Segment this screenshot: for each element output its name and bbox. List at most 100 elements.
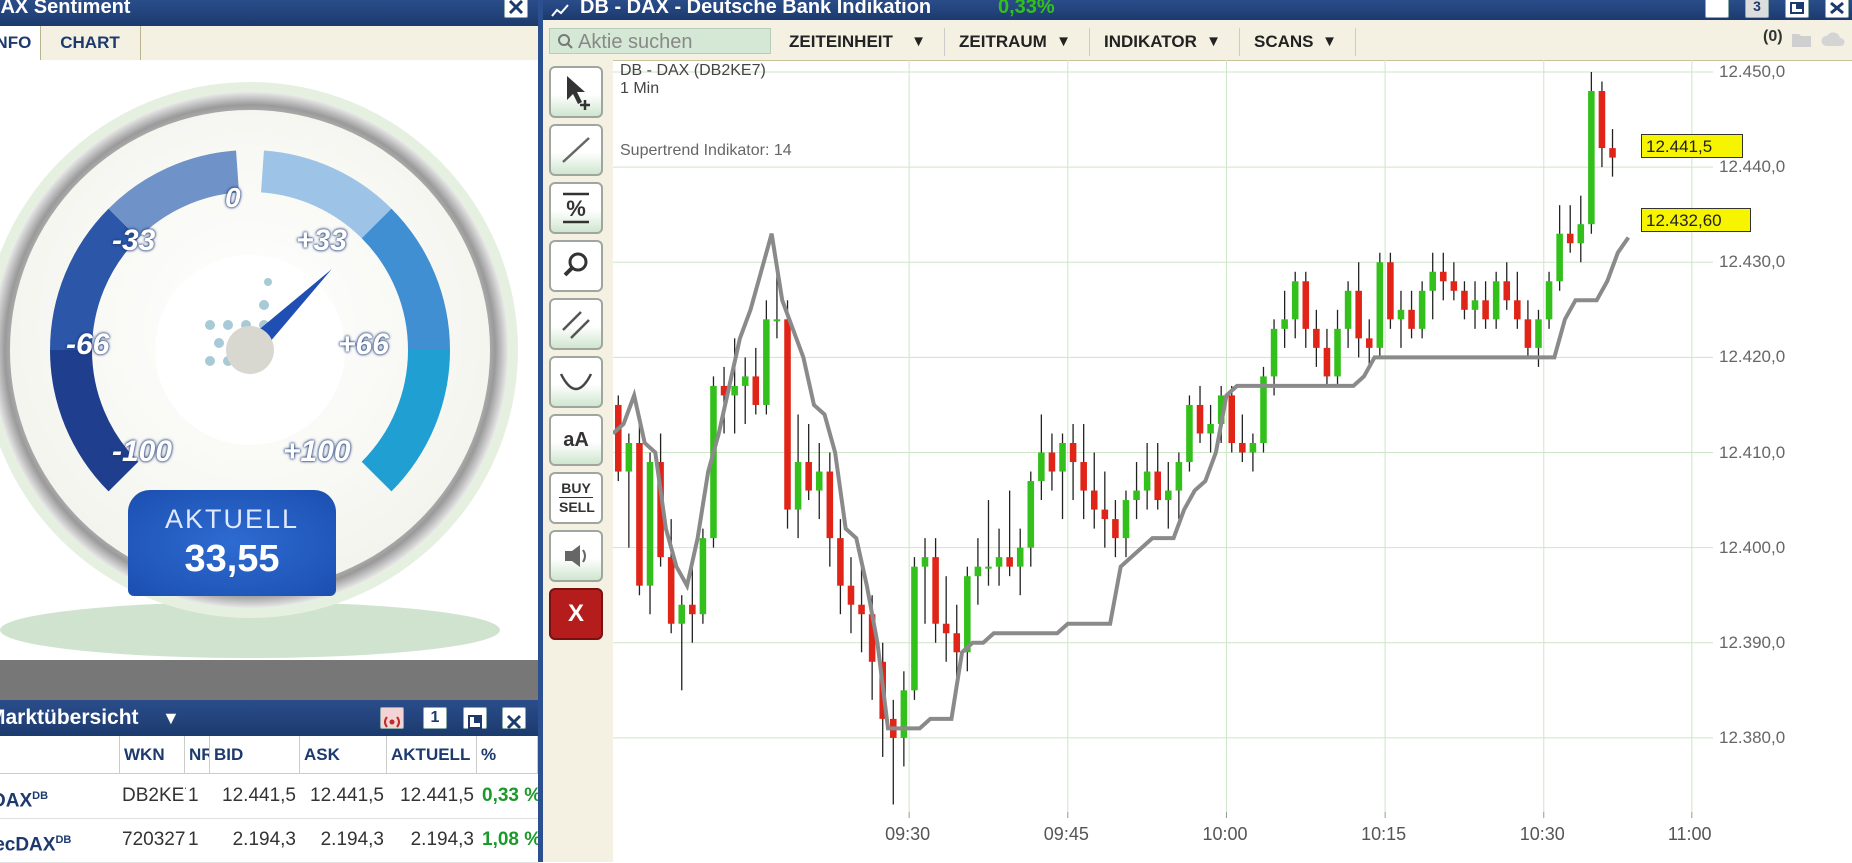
search-icon bbox=[556, 29, 574, 60]
candle bbox=[699, 528, 707, 624]
line-tool[interactable] bbox=[549, 124, 603, 176]
interval-label: 1 Min bbox=[620, 80, 660, 97]
x-tick-label: 10:00 bbox=[1202, 824, 1248, 844]
table-row[interactable]: DAXDB DB2KE7 1 12.441,5 12.441,5 12.441,… bbox=[0, 774, 538, 819]
pct-cell: 1,08 % bbox=[482, 829, 538, 850]
maximize-icon[interactable] bbox=[1785, 0, 1809, 18]
tab-info[interactable]: INFO bbox=[0, 26, 41, 62]
candle bbox=[1588, 72, 1595, 234]
column-header-ask[interactable]: ASK bbox=[300, 736, 387, 774]
column-header-pct[interactable]: % bbox=[477, 736, 538, 774]
candle bbox=[1239, 414, 1246, 463]
candle-body bbox=[1302, 281, 1310, 329]
candle bbox=[1545, 271, 1553, 329]
candle-body bbox=[794, 462, 802, 510]
candle bbox=[1090, 452, 1098, 529]
candle-body bbox=[1577, 224, 1585, 244]
candle-body bbox=[805, 462, 812, 491]
pointer-add-tool[interactable] bbox=[549, 66, 603, 118]
text-tool[interactable]: aA bbox=[549, 414, 603, 466]
candle-body bbox=[826, 471, 834, 539]
pct-cell: 0,33 % bbox=[482, 785, 538, 806]
drawing-toolbar: % aA BUY SELL X bbox=[543, 60, 613, 862]
candle bbox=[847, 557, 855, 634]
close-icon[interactable] bbox=[504, 0, 528, 18]
bid-cell: 12.441,5 bbox=[222, 785, 296, 806]
broadcast-icon[interactable] bbox=[380, 707, 404, 729]
candle bbox=[1186, 395, 1193, 472]
menu-zeitraum[interactable]: ZEITRAUM ▼ bbox=[945, 28, 1090, 56]
candle-body bbox=[815, 471, 823, 491]
candle bbox=[900, 671, 908, 767]
table-row[interactable]: TecDAXDB 720327 1 2.194,3 2.194,3 2.194,… bbox=[0, 818, 538, 863]
candle bbox=[1344, 281, 1352, 348]
column-header-name[interactable] bbox=[0, 736, 120, 774]
candle-body bbox=[1165, 490, 1172, 501]
last-price-tag: 12.441,5 bbox=[1641, 134, 1743, 158]
candle-body bbox=[1016, 547, 1024, 567]
candle bbox=[1302, 271, 1310, 348]
candle-body bbox=[1482, 300, 1489, 320]
menu-zeiteinheit[interactable]: ZEITEINHEIT ▼ bbox=[775, 28, 945, 56]
close-icon[interactable] bbox=[1825, 0, 1849, 18]
indicator-label: Supertrend Indikator: 14 bbox=[620, 142, 792, 159]
candle bbox=[1228, 385, 1236, 453]
percent-tool[interactable]: % bbox=[549, 182, 603, 234]
candle bbox=[1503, 262, 1511, 310]
cloud-icon[interactable] bbox=[1821, 30, 1847, 53]
close-icon[interactable] bbox=[502, 707, 526, 730]
nr-cell: 1 bbox=[188, 829, 199, 850]
candle bbox=[1609, 129, 1616, 177]
y-tick-label: 12.390,0 bbox=[1719, 632, 1786, 652]
chevron-down-icon: ▼ bbox=[1322, 33, 1337, 50]
column-header-nr[interactable]: NR bbox=[185, 736, 210, 774]
candle-body bbox=[1471, 300, 1479, 310]
candle-body bbox=[1440, 271, 1447, 282]
candle bbox=[1175, 452, 1183, 520]
tab-chart[interactable]: CHART bbox=[40, 26, 141, 60]
ask-cell: 12.441,5 bbox=[310, 785, 384, 806]
x-tick-label: 10:30 bbox=[1519, 824, 1565, 844]
candle bbox=[890, 699, 897, 805]
minimize-icon[interactable] bbox=[1705, 0, 1729, 18]
folder-icon[interactable] bbox=[1791, 30, 1813, 53]
curve-tool[interactable] bbox=[549, 356, 603, 408]
sound-icon[interactable] bbox=[549, 530, 603, 582]
market-title-bar: Marktübersicht ▼ 1 bbox=[0, 700, 538, 736]
chevron-down-icon: ▼ bbox=[1206, 33, 1221, 50]
search-input[interactable]: Aktie suchen bbox=[549, 28, 771, 54]
menu-scans[interactable]: SCANS ▼ bbox=[1240, 28, 1356, 56]
candle-body bbox=[1566, 233, 1574, 244]
candlestick-chart[interactable] bbox=[613, 60, 1852, 862]
candle-body bbox=[1323, 347, 1331, 377]
candle bbox=[1334, 309, 1341, 386]
column-header-aktuell[interactable]: AKTUELL bbox=[387, 736, 477, 774]
window-number-badge[interactable]: 1 bbox=[423, 707, 447, 729]
aktuell-display: AKTUELL 33,55 bbox=[128, 490, 336, 596]
gauge-label-minus33: -33 bbox=[112, 224, 156, 257]
candle-body bbox=[1450, 281, 1458, 291]
candle-body bbox=[900, 690, 908, 738]
menu-indikator[interactable]: INDIKATOR ▼ bbox=[1090, 28, 1240, 56]
close-chart-button[interactable]: X bbox=[549, 588, 603, 640]
instrument-name[interactable]: TecDAXDB bbox=[0, 818, 116, 862]
maximize-icon[interactable] bbox=[463, 707, 487, 729]
zoom-tool[interactable] bbox=[549, 240, 603, 292]
candle-body bbox=[1609, 148, 1616, 158]
candle-body bbox=[1281, 319, 1288, 329]
instrument-name[interactable]: DAXDB bbox=[0, 774, 116, 818]
sentiment-title-bar: DAX Sentiment bbox=[0, 0, 538, 26]
candle-body bbox=[636, 443, 643, 586]
y-tick-label: 12.400,0 bbox=[1719, 537, 1786, 557]
column-header-bid[interactable]: BID bbox=[210, 736, 300, 774]
parallel-lines-tool[interactable] bbox=[549, 298, 603, 350]
candle bbox=[636, 423, 643, 596]
window-number-badge[interactable]: 3 bbox=[1745, 0, 1769, 18]
column-header-wkn[interactable]: WKN bbox=[120, 736, 185, 774]
buy-sell-tool[interactable]: BUY SELL bbox=[549, 472, 603, 524]
candle bbox=[911, 557, 918, 700]
market-dropdown-icon[interactable]: ▼ bbox=[162, 700, 180, 736]
candle-body bbox=[1228, 395, 1236, 443]
candle bbox=[1112, 500, 1119, 558]
candle bbox=[1450, 262, 1458, 301]
